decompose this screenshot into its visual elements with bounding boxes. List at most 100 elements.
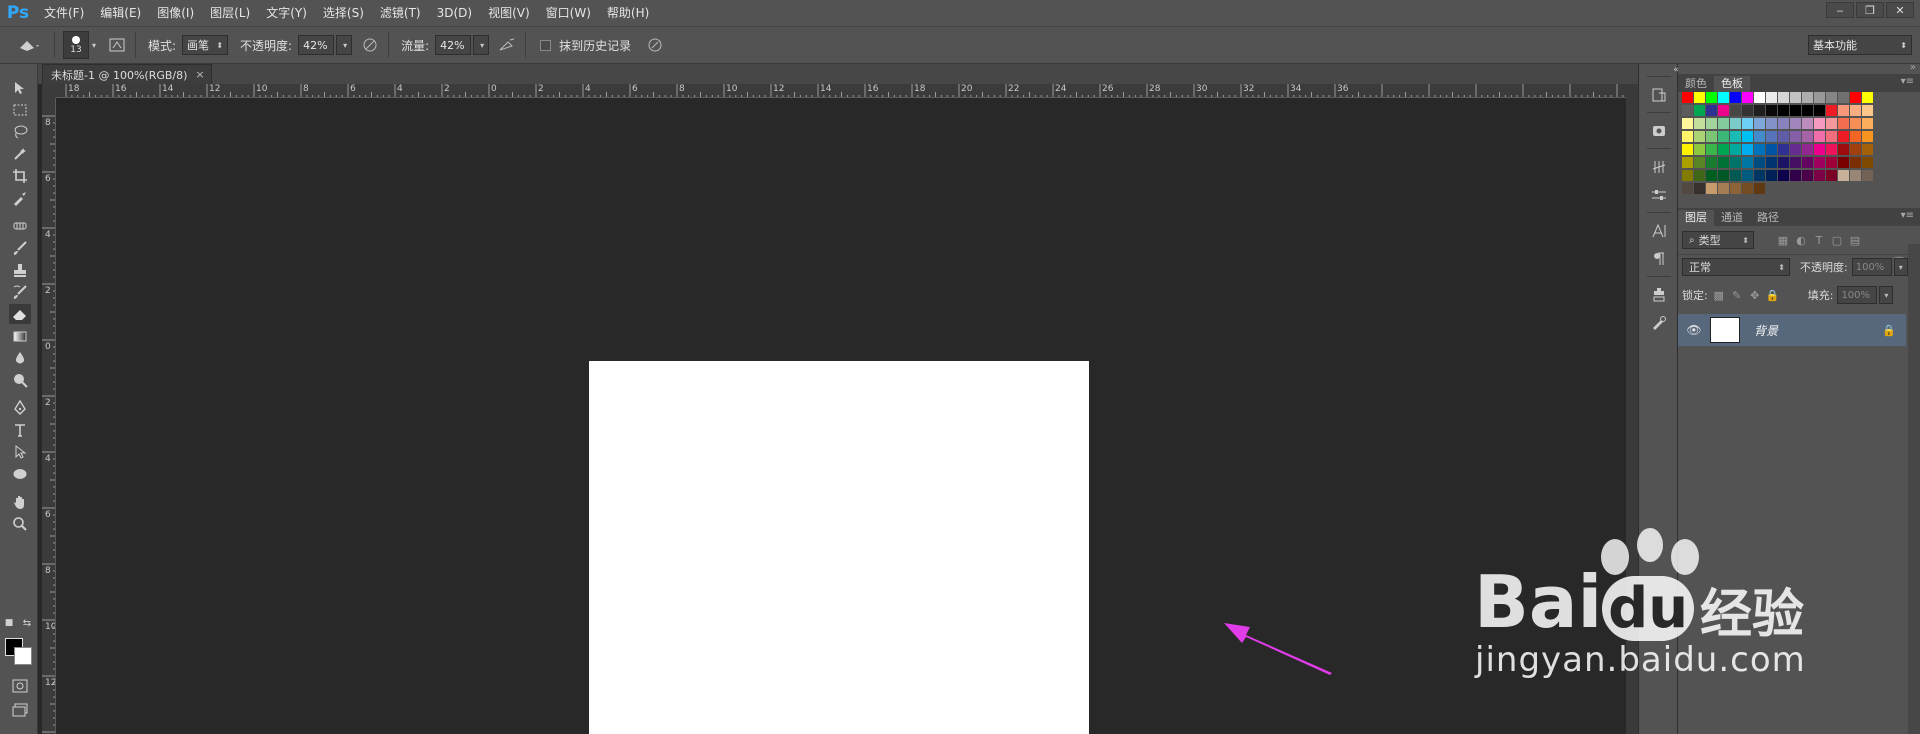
color-swatch[interactable] (1754, 105, 1765, 116)
color-swatch[interactable] (1718, 183, 1729, 194)
color-swatch[interactable] (1754, 144, 1765, 155)
ellipse-tool-icon[interactable] (9, 464, 31, 484)
color-swatch[interactable] (1682, 183, 1693, 194)
color-swatch[interactable] (1802, 92, 1813, 103)
color-swatch[interactable] (1742, 144, 1753, 155)
color-swatch[interactable] (1814, 92, 1825, 103)
color-swatch[interactable] (1790, 105, 1801, 116)
color-swatch[interactable] (1766, 170, 1777, 181)
color-swatch[interactable] (1718, 105, 1729, 116)
color-swatch[interactable] (1850, 144, 1861, 155)
color-swatch[interactable] (1706, 131, 1717, 142)
lock-image-icon[interactable]: ✎ (1728, 286, 1746, 304)
healing-brush-tool-icon[interactable] (9, 216, 31, 236)
hand-tool-icon[interactable] (9, 492, 31, 512)
character-panel-icon[interactable] (1648, 220, 1670, 242)
menu-item[interactable]: 窗口(W) (538, 0, 599, 26)
color-swatch[interactable] (1694, 118, 1705, 129)
erase-history-checkbox[interactable] (540, 39, 552, 51)
color-swatch[interactable] (1682, 170, 1693, 181)
color-swatch[interactable] (1730, 92, 1741, 103)
color-swatch[interactable] (1718, 144, 1729, 155)
restore-button[interactable]: ❐ (1856, 2, 1884, 18)
tab-channels[interactable]: 通道 (1714, 210, 1750, 226)
layer-opacity-input[interactable]: 100% (1851, 258, 1892, 276)
color-swatch[interactable] (1838, 144, 1849, 155)
color-swatch[interactable] (1826, 118, 1837, 129)
brush-preset-picker[interactable]: 13 (63, 31, 89, 59)
type-tool-icon[interactable] (9, 420, 31, 440)
chevron-down-icon[interactable]: ▾ (89, 35, 99, 55)
dodge-tool-icon[interactable] (9, 370, 31, 390)
clone-source-panel-icon[interactable] (1648, 284, 1670, 306)
color-swatch[interactable] (1802, 131, 1813, 142)
close-icon[interactable]: × (195, 68, 204, 81)
canvas-workspace[interactable] (57, 99, 1626, 734)
color-swatch[interactable] (1802, 118, 1813, 129)
color-swatch[interactable] (1706, 92, 1717, 103)
color-swatch[interactable] (1718, 170, 1729, 181)
screen-mode-icon[interactable] (9, 700, 31, 720)
color-swatch[interactable] (1742, 183, 1753, 194)
close-button[interactable]: ✕ (1886, 2, 1914, 18)
color-swatch[interactable] (1706, 170, 1717, 181)
color-swatch[interactable] (1706, 157, 1717, 168)
color-swatch[interactable] (1718, 92, 1729, 103)
color-swatch[interactable] (1718, 131, 1729, 142)
color-swatch[interactable] (1742, 157, 1753, 168)
color-swatch[interactable] (1742, 170, 1753, 181)
brush-panel-icon[interactable] (1648, 156, 1670, 178)
color-swatch[interactable] (1682, 144, 1693, 155)
color-swatch[interactable] (1706, 118, 1717, 129)
menu-item[interactable]: 选择(S) (315, 0, 372, 26)
fill-input[interactable]: 100% (1837, 286, 1878, 304)
opacity-dropdown[interactable]: ▾ (336, 35, 353, 55)
color-swatch[interactable] (1826, 157, 1837, 168)
type-filter-icon[interactable]: T (1810, 231, 1828, 249)
brush-panel-toggle-icon[interactable] (107, 35, 127, 55)
color-swatch[interactable] (1850, 170, 1861, 181)
tab-swatches[interactable]: 色板 (1714, 76, 1750, 92)
pen-tool-icon[interactable] (9, 398, 31, 418)
color-swatch[interactable] (1862, 170, 1873, 181)
quick-mask-icon[interactable] (9, 676, 31, 696)
clone-stamp-tool-icon[interactable] (9, 260, 31, 280)
color-swatch[interactable] (1838, 157, 1849, 168)
color-swatch[interactable] (1802, 144, 1813, 155)
panel-menu-icon[interactable]: ▾≡ (1901, 76, 1914, 87)
tab-paths[interactable]: 路径 (1750, 210, 1786, 226)
color-swatch[interactable] (1682, 92, 1693, 103)
color-swatch[interactable] (1766, 144, 1777, 155)
flow-input[interactable]: 42% (435, 35, 472, 55)
color-swatch[interactable] (1742, 131, 1753, 142)
color-swatch[interactable] (1790, 92, 1801, 103)
color-swatch[interactable] (1754, 92, 1765, 103)
color-swatch[interactable] (1694, 170, 1705, 181)
color-swatch[interactable] (1730, 131, 1741, 142)
zoom-tool-icon[interactable] (9, 514, 31, 534)
color-swatch[interactable] (1778, 92, 1789, 103)
pixel-filter-icon[interactable]: ▦ (1774, 231, 1792, 249)
color-swatch[interactable] (1694, 105, 1705, 116)
color-swatch[interactable] (1682, 157, 1693, 168)
panel-menu-icon[interactable]: ▾≡ (1901, 210, 1914, 221)
color-swatch[interactable] (1862, 92, 1873, 103)
color-swatch[interactable] (1694, 131, 1705, 142)
minimize-button[interactable]: ‒ (1826, 2, 1854, 18)
eraser-tool-preset-icon[interactable] (12, 35, 46, 55)
color-swatch[interactable] (1838, 131, 1849, 142)
workspace-select[interactable]: 基本功能 ⬍ (1808, 35, 1912, 55)
menu-item[interactable]: 图像(I) (149, 0, 202, 26)
pressure-opacity-icon[interactable] (360, 35, 380, 55)
color-swatch[interactable] (1814, 144, 1825, 155)
color-swatch[interactable] (1754, 157, 1765, 168)
color-swatch[interactable] (1838, 170, 1849, 181)
color-swatch[interactable] (1718, 118, 1729, 129)
menu-item[interactable]: 编辑(E) (92, 0, 149, 26)
menu-item[interactable]: 滤镜(T) (372, 0, 429, 26)
history-panel-icon[interactable] (1648, 84, 1670, 106)
color-swatch[interactable] (1850, 92, 1861, 103)
color-swatch[interactable] (1850, 105, 1861, 116)
adjustment-filter-icon[interactable]: ◐ (1792, 231, 1810, 249)
color-swatch[interactable] (1790, 131, 1801, 142)
